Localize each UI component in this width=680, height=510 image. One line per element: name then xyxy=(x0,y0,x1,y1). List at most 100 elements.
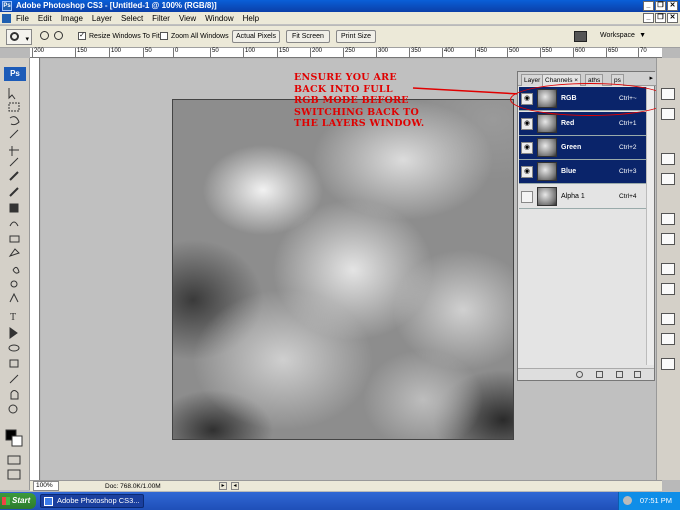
channels-panel: Layer Channels × aths ps ▸ ◉ RGB Ctrl+~ … xyxy=(517,71,656,381)
taskbar-photoshop[interactable]: Adobe Photoshop CS3... xyxy=(40,494,144,508)
document-size: Doc: 768.0K/1.00M xyxy=(105,483,161,490)
styles-icon[interactable] xyxy=(661,358,675,370)
chevron-down-icon: ▼ xyxy=(639,32,646,39)
lasso-tool-icon xyxy=(9,116,20,126)
zoom-in-icon[interactable] xyxy=(40,31,49,40)
workspace-menu[interactable]: Workspace ▼ xyxy=(572,29,652,45)
status-bar: 100% Doc: 768.0K/1.00M ▸ ◂ xyxy=(30,480,662,491)
channel-row-blue[interactable]: ◉ Blue Ctrl+3 xyxy=(519,160,647,184)
horizontal-ruler: 200 150 100 50 0 50 100 150 200 250 300 … xyxy=(30,48,662,58)
menu-window[interactable]: Window xyxy=(205,13,233,24)
navigator-icon[interactable] xyxy=(661,88,675,100)
healing-brush-icon xyxy=(9,171,19,181)
pen-tool-icon xyxy=(9,292,19,303)
resize-windows-checkbox[interactable]: ✓ Resize Windows To Fit xyxy=(78,32,160,40)
menu-view[interactable]: View xyxy=(179,13,196,24)
slice-tool-icon xyxy=(9,157,19,167)
panel-scrollbar[interactable] xyxy=(646,87,654,365)
doc-restore-button[interactable]: ❐ xyxy=(655,13,666,23)
menu-edit[interactable]: Edit xyxy=(38,13,52,24)
eyedropper-icon xyxy=(9,374,19,384)
blur-tool-icon xyxy=(12,266,20,274)
system-tray: 07:51 PM xyxy=(618,492,680,510)
tool-icons: T xyxy=(5,88,23,480)
menu-filter[interactable]: Filter xyxy=(152,13,170,24)
menu-layer[interactable]: Layer xyxy=(92,13,112,24)
zoom-out-icon[interactable] xyxy=(54,31,63,40)
menu-file[interactable]: File xyxy=(16,13,29,24)
history-icon[interactable] xyxy=(661,153,675,165)
brushes-icon[interactable] xyxy=(661,233,675,245)
menu-help[interactable]: Help xyxy=(243,13,259,24)
move-tool-icon xyxy=(8,88,16,100)
crop-tool-icon xyxy=(9,146,19,156)
hand-tool-icon xyxy=(10,390,19,400)
document-canvas[interactable] xyxy=(172,99,514,440)
restore-button[interactable]: ❐ xyxy=(655,1,666,11)
photoshop-task-icon xyxy=(44,497,53,506)
clone-stamp-icon xyxy=(9,203,19,213)
shape-tool-icon xyxy=(8,344,20,352)
save-selection-icon[interactable] xyxy=(596,371,603,378)
eye-icon[interactable]: ◉ xyxy=(521,141,533,154)
minimize-button[interactable]: _ xyxy=(643,1,654,11)
menu-select[interactable]: Select xyxy=(121,13,143,24)
channel-thumbnail xyxy=(537,138,557,157)
zoom-tool-icon xyxy=(10,32,19,41)
menu-image[interactable]: Image xyxy=(61,13,83,24)
tray-icon[interactable] xyxy=(623,496,632,505)
channel-thumbnail xyxy=(537,187,557,206)
channel-thumbnail xyxy=(537,162,557,181)
channel-row-alpha-1[interactable]: Alpha 1 Ctrl+4 xyxy=(519,185,647,209)
marquee-tool-icon xyxy=(8,102,20,112)
actions-icon[interactable] xyxy=(661,173,675,185)
status-menu-arrow[interactable]: ▸ xyxy=(219,482,227,490)
close-button[interactable]: ✕ xyxy=(667,1,678,11)
doc-minimize-button[interactable]: _ xyxy=(643,13,654,23)
tool-presets-icon[interactable] xyxy=(661,213,675,225)
windows-taskbar: Start Adobe Photoshop CS3... 07:51 PM xyxy=(0,492,680,510)
info-icon[interactable] xyxy=(661,108,675,120)
checkbox-unchecked[interactable] xyxy=(160,32,168,40)
panel-menu-icon[interactable]: ▸ xyxy=(649,74,653,82)
load-selection-icon[interactable] xyxy=(576,371,583,378)
actual-pixels-button[interactable]: Actual Pixels xyxy=(232,30,280,43)
tool-preset-picker[interactable]: ▾ xyxy=(6,29,32,45)
color-icon[interactable] xyxy=(661,283,675,295)
channel-thumbnail xyxy=(537,114,557,133)
magic-wand-tool-icon xyxy=(9,129,19,139)
zoom-all-windows-checkbox[interactable]: Zoom All Windows xyxy=(160,32,229,40)
doc-close-button[interactable]: ✕ xyxy=(667,13,678,23)
character-icon[interactable] xyxy=(661,313,675,325)
clone-source-icon[interactable] xyxy=(661,263,675,275)
eye-hidden-icon[interactable] xyxy=(521,190,533,203)
print-size-button[interactable]: Print Size xyxy=(336,30,376,43)
tutorial-annotation: ENSURE YOU ARE BACK INTO FULL RGB MODE B… xyxy=(294,72,425,129)
zoom-level-field[interactable]: 100% xyxy=(33,481,59,491)
history-brush-icon xyxy=(9,221,19,227)
type-tool-icon: T xyxy=(10,312,16,323)
path-selection-icon xyxy=(9,327,18,339)
screen-mode-icon xyxy=(7,469,21,480)
menu-bar: File Edit Image Layer Select Filter View… xyxy=(0,12,680,25)
checkbox-checked[interactable]: ✓ xyxy=(78,32,86,40)
panel-footer xyxy=(518,368,654,380)
background-color-swatch xyxy=(11,435,23,447)
paint-bucket-icon xyxy=(8,248,20,257)
eye-icon[interactable]: ◉ xyxy=(521,117,533,130)
scroll-left-arrow[interactable]: ◂ xyxy=(231,482,239,490)
trash-icon[interactable] xyxy=(634,371,641,378)
window-title: Adobe Photoshop CS3 - [Untitled-1 @ 100%… xyxy=(16,1,217,10)
workspace-icon xyxy=(574,31,587,42)
fit-screen-button[interactable]: Fit Screen xyxy=(286,30,330,43)
options-bar: ▾ ✓ Resize Windows To Fit Zoom All Windo… xyxy=(0,26,680,48)
channel-row-green[interactable]: ◉ Green Ctrl+2 xyxy=(519,136,647,160)
tools-palette: Ps T xyxy=(0,58,30,490)
new-channel-icon[interactable] xyxy=(616,371,623,378)
vertical-ruler xyxy=(30,58,40,480)
start-button[interactable]: Start xyxy=(0,493,36,509)
title-bar: Ps Adobe Photoshop CS3 - [Untitled-1 @ 1… xyxy=(0,0,680,12)
paragraph-icon[interactable] xyxy=(661,333,675,345)
tab-layers[interactable]: Layer xyxy=(521,74,544,86)
eye-icon[interactable]: ◉ xyxy=(521,165,533,178)
